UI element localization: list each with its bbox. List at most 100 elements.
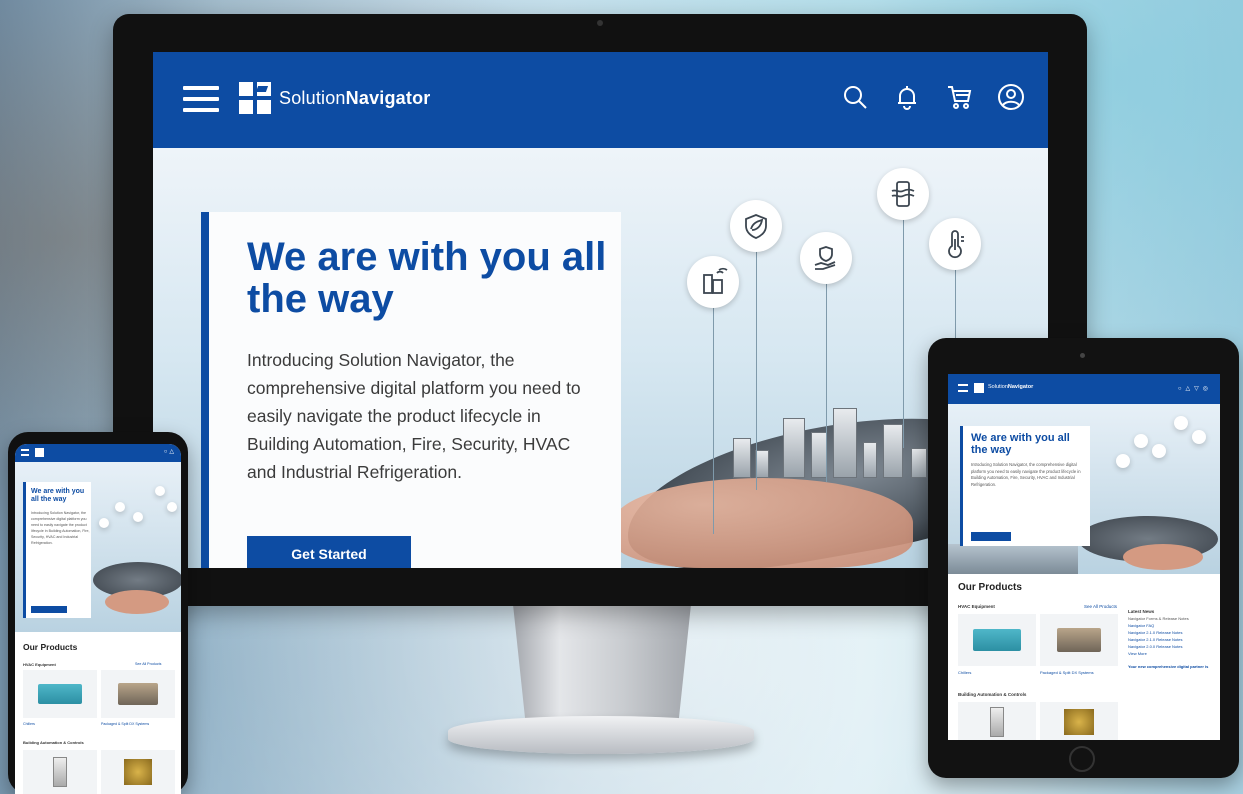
desktop-screen: SolutionNavigator We are with you all th… xyxy=(153,52,1048,568)
news-item[interactable]: Navigator FAQ xyxy=(1128,622,1212,629)
bac-heading: Building Automation & Controls xyxy=(958,692,1027,697)
phone-navbar: ○△ xyxy=(15,444,181,462)
pin-line xyxy=(826,272,827,482)
building-icon xyxy=(1116,454,1130,468)
phone-hero: We are with you all the way Introducing … xyxy=(15,462,181,632)
phone-hero-body: Introducing Solution Navigator, the comp… xyxy=(31,511,90,545)
tablet-screen: SolutionNavigator ○△▽◎ We are with you a… xyxy=(948,374,1220,740)
tablet-home-button xyxy=(1069,746,1095,772)
product-card-valves[interactable] xyxy=(1040,702,1118,740)
search-icon[interactable] xyxy=(840,82,870,112)
get-started-button[interactable]: Get Started xyxy=(247,536,411,568)
tablet-hero-body: Introducing Solution Navigator, the comp… xyxy=(971,462,1081,487)
see-all-products-link[interactable]: See All Products xyxy=(135,662,161,666)
news-title: Latest News xyxy=(1128,609,1155,614)
tablet-hero-card: We are with you all the way Introducing … xyxy=(960,426,1090,546)
news-item[interactable]: Navigator 2.1.0 Release Notes xyxy=(1128,636,1212,643)
phone-screen: ○△ We are with you all the way Introduci… xyxy=(15,444,181,794)
pin-line xyxy=(713,294,714,534)
packaged-unit-image xyxy=(118,683,158,705)
logo-text[interactable]: SolutionNavigator xyxy=(988,384,1033,390)
bell-icon[interactable] xyxy=(892,82,922,112)
hero-card: We are with you all the way Introducing … xyxy=(201,212,621,568)
tablet-camera xyxy=(1080,353,1085,358)
hero-section: We are with you all the way Introducing … xyxy=(153,148,1048,568)
tablet-device: SolutionNavigator ○△▽◎ We are with you a… xyxy=(928,338,1239,778)
phone-hero-title: We are with you all the way xyxy=(31,488,85,503)
tablet-hero-title: We are with you all the way xyxy=(971,432,1070,456)
chiller-image xyxy=(38,684,82,704)
controller-image xyxy=(990,707,1004,737)
bac-heading: Building Automation & Controls xyxy=(23,740,84,745)
product-label-packaged[interactable]: Packaged & Split DX Systems xyxy=(101,722,149,726)
product-card-chillers[interactable] xyxy=(23,670,97,718)
news-item[interactable]: Navigator 2.0.0 Release Notes xyxy=(1128,643,1212,650)
hand-shield-icon xyxy=(800,232,852,284)
see-all-products-link[interactable]: See All Products xyxy=(1084,604,1117,609)
product-card-chillers[interactable] xyxy=(958,614,1036,666)
hero-title: We are with you all the way xyxy=(247,235,607,321)
hamburger-icon[interactable] xyxy=(21,449,29,456)
tablet-hero: We are with you all the way Introducing … xyxy=(948,404,1220,574)
product-label-chillers[interactable]: Chillers xyxy=(958,670,971,675)
get-started-button[interactable] xyxy=(31,606,67,613)
phone-airflow-icon xyxy=(877,168,929,220)
nav-icon-group: ○△ xyxy=(163,449,176,455)
valves-image xyxy=(124,759,152,785)
products-title: Our Products xyxy=(958,582,1022,593)
hand-image xyxy=(1123,544,1203,570)
cart-icon[interactable] xyxy=(944,82,974,112)
user-icon[interactable] xyxy=(996,82,1026,112)
thermometer-icon xyxy=(167,502,177,512)
thermometer-icon xyxy=(1192,430,1206,444)
chiller-image xyxy=(973,629,1021,651)
products-title: Our Products xyxy=(23,642,78,652)
monitor-base xyxy=(448,716,754,754)
monitor-camera xyxy=(597,20,603,26)
product-card-controller[interactable] xyxy=(23,750,97,794)
pin-line xyxy=(903,208,904,448)
product-card-controller[interactable] xyxy=(958,702,1036,740)
product-card-valves[interactable] xyxy=(101,750,175,794)
hero-body: Introducing Solution Navigator, the comp… xyxy=(247,350,581,482)
product-label-chillers[interactable]: Chillers xyxy=(23,722,35,726)
logo-mark[interactable] xyxy=(35,448,44,457)
product-card-packaged[interactable] xyxy=(101,670,175,718)
news-view-more[interactable]: View More xyxy=(1128,650,1212,657)
nav-icon-group: ○△▽◎ xyxy=(1177,386,1212,392)
shield-leaf-icon xyxy=(730,200,782,252)
latest-news-panel: Latest News Navigator Forms & Release No… xyxy=(1128,608,1212,670)
nav-icon-group xyxy=(840,82,1026,112)
phone-device: ○△ We are with you all the way Introduci… xyxy=(8,432,188,794)
hand-shield-icon xyxy=(133,512,143,522)
phone-airflow-icon xyxy=(155,486,165,496)
phone-hero-card: We are with you all the way Introducing … xyxy=(23,482,91,618)
building-icon xyxy=(687,256,739,308)
product-card-packaged[interactable] xyxy=(1040,614,1118,666)
hand-shield-icon xyxy=(1152,444,1166,458)
monitor-stand xyxy=(512,604,692,724)
news-item[interactable]: Navigator 2.1.0 Release Notes xyxy=(1128,629,1212,636)
top-navbar: SolutionNavigator xyxy=(153,52,1048,148)
logo-mark[interactable] xyxy=(974,383,984,393)
phone-airflow-icon xyxy=(1174,416,1188,430)
hamburger-icon[interactable] xyxy=(958,384,968,392)
shield-leaf-icon xyxy=(115,502,125,512)
valves-image xyxy=(1064,709,1094,735)
product-label-packaged[interactable]: Packaged & Split DX Systems xyxy=(1040,670,1094,675)
logo-mark[interactable] xyxy=(239,82,271,114)
shield-leaf-icon xyxy=(1134,434,1148,448)
get-started-button[interactable] xyxy=(971,532,1011,541)
building-icon xyxy=(99,518,109,528)
tablet-navbar: SolutionNavigator ○△▽◎ xyxy=(948,374,1220,404)
hvac-heading: HVAC Equipment xyxy=(958,604,995,609)
thermometer-icon xyxy=(929,218,981,270)
pin-line xyxy=(756,240,757,490)
hvac-heading: HVAC Equipment xyxy=(23,662,56,667)
hand-image xyxy=(613,478,913,568)
news-item[interactable]: Navigator Forms & Release Notes xyxy=(1128,615,1212,622)
packaged-unit-image xyxy=(1057,628,1101,652)
logo-text[interactable]: SolutionNavigator xyxy=(279,88,430,109)
hamburger-icon[interactable] xyxy=(183,86,219,114)
news-feature-title[interactable]: Your new comprehensive digital partner i… xyxy=(1128,663,1212,670)
